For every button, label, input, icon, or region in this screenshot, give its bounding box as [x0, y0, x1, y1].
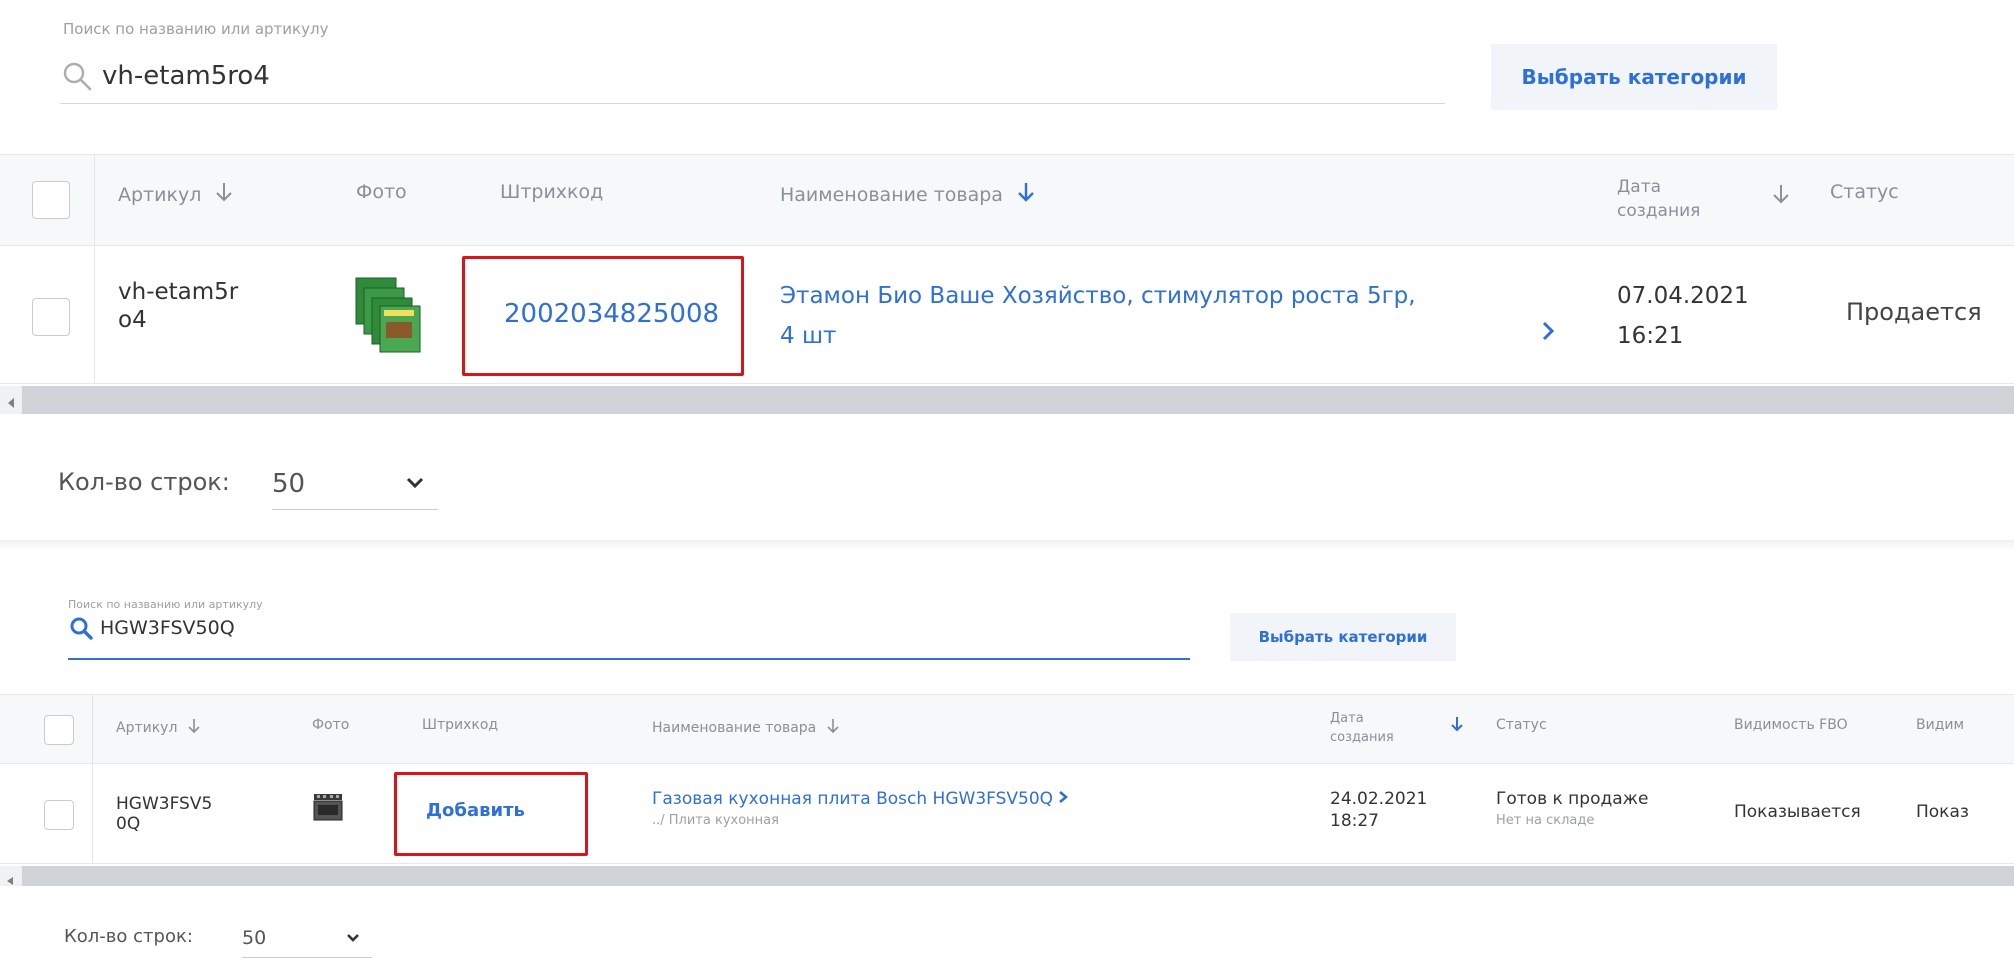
select-all-checkbox[interactable]: [32, 181, 70, 219]
chevron-right-icon[interactable]: [1541, 321, 1555, 345]
row-substatus: Нет на складе: [1496, 813, 1595, 828]
search-icon: [60, 59, 94, 93]
column-barcode: Штрихкод: [500, 181, 604, 203]
column-photo: Фото: [312, 717, 350, 733]
stove-icon[interactable]: [312, 792, 344, 822]
chevron-right-icon[interactable]: [1058, 789, 1069, 809]
rows-count-select[interactable]: 50: [242, 918, 372, 958]
column-article[interactable]: Артикул: [116, 717, 201, 739]
rows-count-label: Кол-во строк:: [58, 468, 230, 496]
table-row[interactable]: HGW3FSV5 0Q Добавить Газовая кухонная пл…: [0, 764, 2014, 864]
search-input[interactable]: HGW3FSV50Q: [100, 617, 235, 639]
column-name[interactable]: Наименование товара: [780, 181, 1035, 208]
row-article: vh-etam5r o4: [118, 279, 239, 333]
rows-count-value: 50: [242, 926, 267, 949]
rows-count-label: Кол-во строк:: [64, 926, 193, 947]
row-checkbox[interactable]: [32, 298, 70, 336]
chevron-down-icon: [346, 928, 360, 947]
arrow-down-icon[interactable]: [1772, 183, 1790, 209]
column-visibility-fbo: Видимость FBO: [1734, 717, 1848, 733]
column-status: Статус: [1830, 181, 1899, 203]
row-status: Готов к продаже Нет на складе: [1496, 788, 1648, 832]
arrow-down-icon[interactable]: [1450, 715, 1464, 737]
row-visibility-fbo: Показывается: [1734, 802, 1861, 822]
horizontal-scrollbar[interactable]: [0, 866, 2014, 886]
table-header: Артикул Фото Штрихкод Наименование товар…: [0, 694, 2014, 764]
arrow-down-icon[interactable]: [826, 717, 840, 739]
barcode-highlight: [462, 256, 744, 376]
product-list-panel-1: Поиск по названию или артикулу vh-etam5r…: [0, 0, 2014, 548]
barcode-highlight: [394, 772, 588, 856]
column-created-date[interactable]: Дата создания: [1617, 175, 1700, 223]
search-field[interactable]: HGW3FSV50Q: [68, 613, 235, 643]
search-underline: [60, 103, 1445, 104]
chevron-down-icon: [406, 474, 424, 493]
column-barcode: Штрихкод: [422, 717, 499, 733]
scroll-left-icon[interactable]: [6, 394, 16, 413]
search-label: Поиск по названию или артикулу: [68, 598, 263, 611]
choose-categories-button[interactable]: Выбрать категории: [1230, 613, 1456, 661]
row-checkbox[interactable]: [44, 800, 74, 830]
row-created-date: 07.04.2021 16:21: [1617, 283, 1749, 349]
column-article[interactable]: Артикул: [118, 181, 233, 208]
column-photo: Фото: [356, 181, 407, 203]
product-name-link[interactable]: Этамон Био Ваше Хозяйство, стимулятор ро…: [780, 276, 1416, 356]
choose-categories-button[interactable]: Выбрать категории: [1491, 44, 1777, 110]
column-name[interactable]: Наименование товара: [652, 717, 840, 739]
product-photo[interactable]: [352, 276, 424, 354]
arrow-down-icon[interactable]: [1017, 181, 1035, 208]
product-category: ../ Плита кухонная: [652, 813, 779, 828]
column-visibility-more: Видим: [1916, 717, 1965, 733]
search-label: Поиск по названию или артикулу: [63, 20, 329, 38]
rows-count-value: 50: [272, 468, 306, 499]
arrow-down-icon[interactable]: [215, 181, 233, 208]
row-article: HGW3FSV5 0Q: [116, 794, 213, 834]
rows-count-select[interactable]: 50: [272, 458, 438, 510]
search-field[interactable]: vh-etam5ro4: [60, 56, 270, 96]
column-created-date[interactable]: Дата создания: [1330, 709, 1394, 747]
horizontal-scrollbar[interactable]: [0, 386, 2014, 414]
scroll-left-icon[interactable]: [6, 871, 14, 890]
column-status: Статус: [1496, 717, 1547, 733]
row-created-date: 24.02.2021 18:27: [1330, 789, 1428, 831]
row-status: Продается: [1846, 298, 1982, 326]
search-underline: [68, 658, 1190, 660]
product-list-panel-2: Поиск по названию или артикулу HGW3FSV50…: [0, 548, 2014, 973]
row-visibility-more: Показ: [1916, 802, 1969, 822]
select-all-checkbox[interactable]: [44, 715, 74, 745]
product-name-link[interactable]: Газовая кухонная плита Bosch HGW3FSV50Q …: [652, 788, 1069, 832]
arrow-down-icon[interactable]: [187, 717, 201, 739]
search-input[interactable]: vh-etam5ro4: [102, 61, 270, 91]
table-row[interactable]: vh-etam5r o4 2002034825008 Этамон Био Ва…: [0, 246, 2014, 384]
search-icon: [68, 615, 94, 641]
table-header: Артикул Фото Штрихкод Наименование товар…: [0, 154, 2014, 246]
